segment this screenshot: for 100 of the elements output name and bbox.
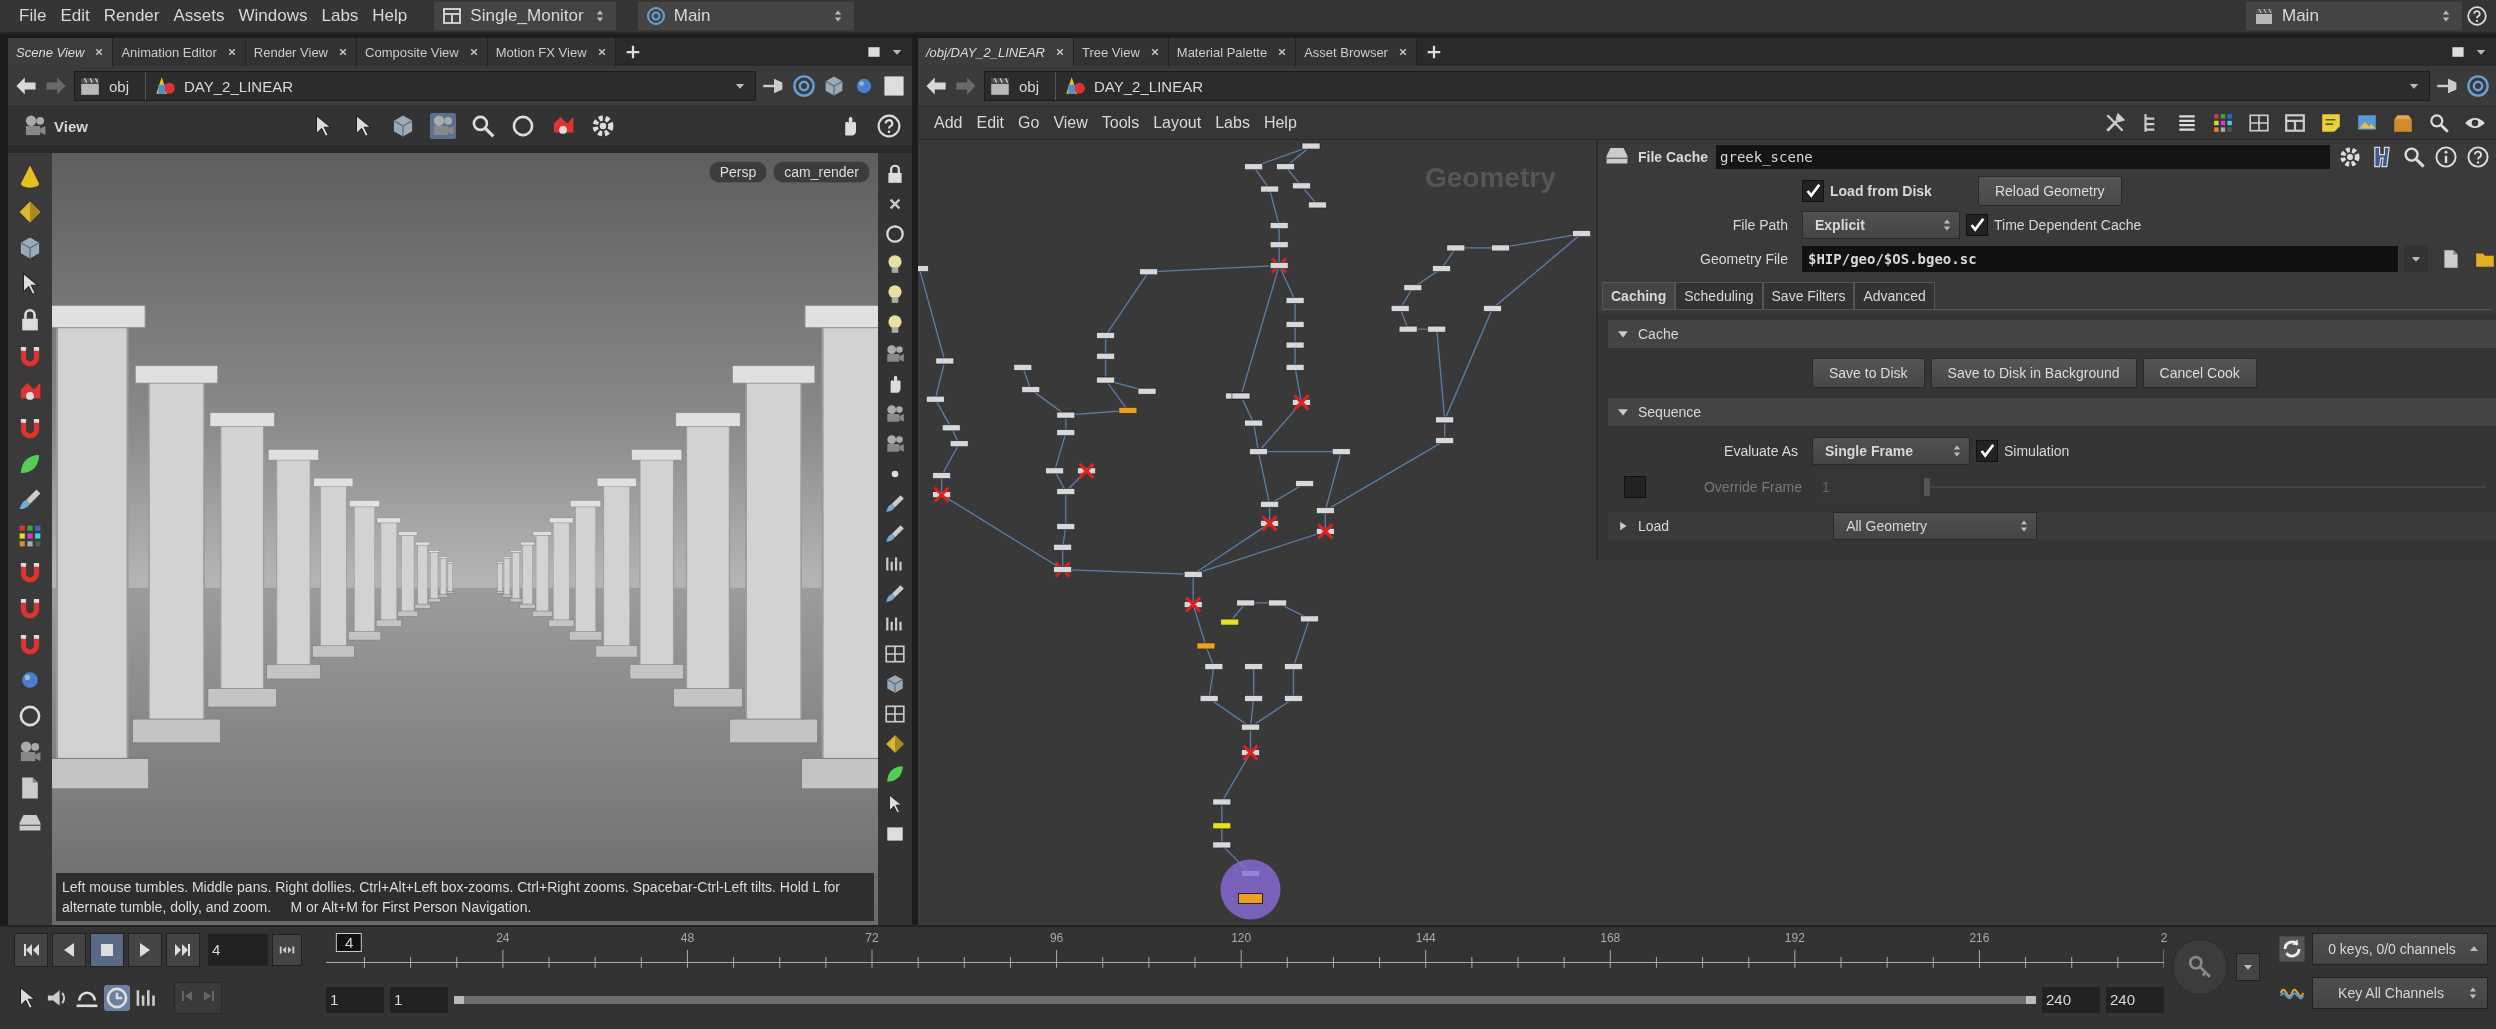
menu-item[interactable]: Layout — [1153, 114, 1202, 132]
grid-icon[interactable] — [2248, 112, 2270, 134]
list-icon[interactable] — [2176, 112, 2198, 134]
menu-item[interactable]: Help — [1263, 114, 1297, 132]
action-button[interactable]: Save to Disk in Background — [1930, 358, 2137, 388]
window-icon[interactable] — [866, 44, 882, 60]
camera-menu-button[interactable]: Persp — [708, 161, 768, 183]
help-icon[interactable] — [2466, 145, 2490, 169]
tab[interactable]: Composite View — [357, 38, 488, 66]
path-crumb[interactable]: DAY_2_LINEAR — [184, 77, 293, 95]
play-backward-button[interactable] — [52, 933, 86, 967]
action-button[interactable]: Save to Disk — [1812, 358, 1925, 388]
current-frame-marker[interactable]: 4 — [335, 933, 363, 952]
file-path-field[interactable]: $HIP/geo/$OS.bgeo.sc — [1802, 246, 2398, 272]
menu-item[interactable]: Edit — [55, 6, 95, 26]
menu-item[interactable]: File — [14, 6, 52, 26]
tab[interactable]: Scheduling — [1675, 282, 1763, 309]
jump-to-end-button[interactable] — [166, 933, 200, 967]
section-header[interactable]: Cache — [1608, 320, 2496, 348]
target-icon[interactable] — [792, 74, 816, 98]
search-icon[interactable] — [2428, 112, 2450, 134]
search-icon[interactable] — [2402, 145, 2426, 169]
tab[interactable]: Tree View — [1074, 38, 1169, 66]
camera-icon[interactable] — [884, 403, 906, 425]
tab[interactable]: Asset Browser — [1296, 38, 1417, 66]
circle-icon[interactable] — [884, 223, 906, 245]
checkbox[interactable] — [1976, 440, 1998, 462]
camera-icon[interactable] — [884, 343, 906, 365]
menu-item[interactable]: Go — [1018, 114, 1040, 132]
checkbox[interactable] — [1966, 214, 1988, 236]
dropdown-button[interactable] — [2404, 246, 2428, 272]
menu-item[interactable]: Tools — [1101, 114, 1140, 132]
tab[interactable]: Caching — [1602, 282, 1676, 309]
wrench-icon[interactable] — [2104, 112, 2126, 134]
play-button[interactable] — [128, 933, 162, 967]
tab[interactable]: Scene View — [8, 38, 114, 66]
path-crumb[interactable]: obj — [1019, 77, 1040, 95]
range-field[interactable]: 240 — [2042, 987, 2100, 1013]
brush-icon[interactable] — [884, 523, 906, 545]
leaf-icon[interactable] — [884, 763, 906, 785]
layout-icon[interactable] — [442, 6, 463, 26]
menu-item[interactable]: View — [1053, 114, 1088, 132]
checkbox[interactable] — [1802, 180, 1824, 202]
menu-item[interactable]: Help — [367, 6, 413, 26]
tab[interactable]: Animation Editor — [113, 38, 246, 66]
target-icon[interactable] — [645, 6, 666, 26]
menu-item[interactable]: Windows — [233, 6, 313, 26]
menu-item[interactable]: Render — [98, 6, 165, 26]
shapes-icon[interactable] — [154, 75, 177, 97]
cube-icon[interactable] — [884, 673, 906, 695]
brush-icon[interactable] — [884, 583, 906, 605]
dropdown-menu[interactable]: Single Frame — [1812, 437, 1970, 465]
clapperboard-icon[interactable] — [79, 75, 101, 97]
path-crumb[interactable]: DAY_2_LINEAR — [1094, 77, 1203, 95]
diamond-icon[interactable] — [17, 199, 43, 225]
square-icon[interactable] — [882, 74, 906, 98]
help-icon[interactable] — [2466, 5, 2488, 27]
tab[interactable]: Save Filters — [1762, 282, 1855, 309]
range-field[interactable]: 1 — [326, 987, 384, 1013]
layout-icon[interactable] — [2284, 112, 2306, 134]
tab[interactable]: Motion FX View — [487, 38, 616, 66]
range-field[interactable]: 240 — [2106, 987, 2164, 1013]
camera-menu-button[interactable]: cam_render — [773, 161, 870, 183]
diamond-icon[interactable] — [884, 733, 906, 755]
camera-icon[interactable] — [429, 113, 456, 139]
tab[interactable]: Advanced — [1854, 282, 1935, 309]
path-crumb[interactable]: obj — [109, 77, 130, 95]
section-header[interactable]: Sequence — [1608, 398, 2496, 426]
menu-item[interactable]: Add — [934, 114, 963, 132]
section-header[interactable]: Load All Geometry — [1608, 512, 2496, 540]
clapperboard-icon[interactable] — [2254, 6, 2274, 26]
settings-icon[interactable] — [2338, 145, 2362, 169]
stop-button[interactable] — [90, 933, 124, 967]
grid-icon[interactable] — [884, 643, 906, 665]
key-step-buttons[interactable] — [174, 982, 222, 1014]
grid-icon[interactable] — [884, 703, 906, 725]
frame-field[interactable]: 4 — [208, 934, 268, 966]
window-icon[interactable] — [2450, 44, 2466, 60]
menu-item[interactable]: Edit — [976, 114, 1005, 132]
menu-item[interactable]: Assets — [168, 6, 230, 26]
refresh-icon[interactable] — [2278, 935, 2306, 963]
target-icon[interactable] — [2466, 74, 2490, 98]
help-icon[interactable] — [876, 113, 902, 139]
path-bar[interactable]: obj DAY_2_LINEAR — [74, 71, 756, 101]
node-name-field[interactable]: greek_scene — [1716, 145, 2330, 169]
dropdown-button[interactable] — [2236, 953, 2260, 981]
clapperboard-icon[interactable] — [989, 75, 1011, 97]
range-field[interactable]: 1 — [390, 987, 448, 1013]
cube-icon[interactable] — [822, 74, 846, 98]
context-menu[interactable]: Main — [637, 2, 854, 30]
action-button[interactable]: Cancel Cook — [2142, 358, 2257, 388]
key-mode-dropdown[interactable]: Key All Channels — [2312, 977, 2488, 1009]
path-bar[interactable]: obj DAY_2_LINEAR — [984, 71, 2430, 101]
dropdown-menu[interactable]: All Geometry — [1833, 512, 2038, 540]
shapes-icon[interactable] — [1064, 75, 1087, 97]
sticky-note-icon[interactable] — [2320, 112, 2342, 134]
brush-icon[interactable] — [884, 493, 906, 515]
keys-dropdown[interactable]: 0 keys, 0/0 channels — [2312, 933, 2488, 965]
step-buttons[interactable] — [272, 934, 302, 966]
camera-icon[interactable] — [884, 433, 906, 455]
